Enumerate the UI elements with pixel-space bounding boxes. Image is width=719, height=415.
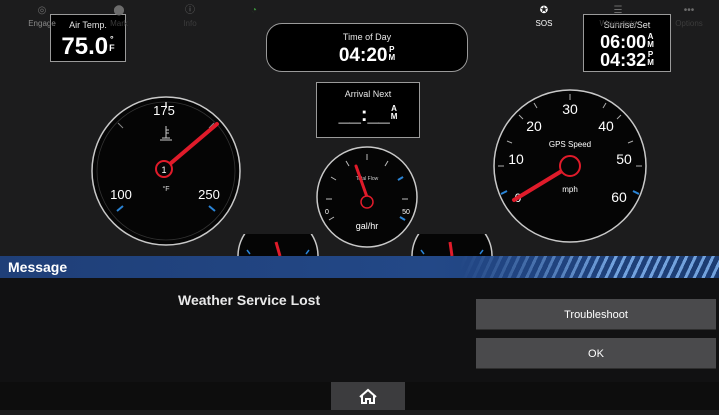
flow-unit: gal/hr xyxy=(356,221,379,231)
time-of-day-number: 04:20 xyxy=(338,45,388,66)
sunrise-number: 06:00 xyxy=(600,32,647,52)
home-button[interactable] xyxy=(331,382,405,410)
sunrise-ampm-bottom: M xyxy=(647,40,654,49)
waypoints-icon: ☰ xyxy=(613,5,623,16)
nav-sos-label: SOS xyxy=(535,19,553,28)
more-icon: ••• xyxy=(683,5,695,16)
time-of-day-display: Time of Day 04:20 P M xyxy=(266,23,468,72)
info-icon: ⓘ xyxy=(185,5,195,16)
air-temp-unit: F xyxy=(109,43,115,53)
ok-button[interactable]: OK xyxy=(476,338,716,369)
time-of-day-label: Time of Day xyxy=(342,32,392,42)
engage-icon: ◎ xyxy=(37,5,47,16)
nav-info-label: Info xyxy=(183,19,197,28)
message-title-bar: Message xyxy=(0,256,719,278)
sunset-ampm-bottom: M xyxy=(647,58,654,67)
pin-icon: ⬤ xyxy=(113,5,125,16)
nav-radar[interactable]: ◔ xyxy=(224,0,284,28)
time-ampm-bottom: M xyxy=(388,53,396,62)
speed-unit: mph xyxy=(562,185,578,194)
temp-scale-250: 250 xyxy=(198,187,220,202)
temp-scale-100: 100 xyxy=(110,187,132,202)
total-flow-gauge: Total Flow 0 50 gal/hr xyxy=(316,146,418,248)
radar-icon: ◔ xyxy=(250,5,258,16)
nav-options-label: Options xyxy=(675,19,703,28)
arrival-next-display: Arrival Next __:__ A M xyxy=(316,82,420,138)
troubleshoot-button[interactable]: Troubleshoot xyxy=(476,299,716,330)
home-icon xyxy=(359,388,377,404)
speed-scale-40: 40 xyxy=(598,118,614,134)
sunrise-value: 06:00 A M xyxy=(584,32,670,52)
lower-right-gauge xyxy=(411,234,493,256)
gps-speed-gauge: 0 10 20 30 40 50 60 GPS Speed mph xyxy=(493,89,647,243)
nav-options[interactable]: ••• Options xyxy=(659,0,719,28)
sunset-number: 04:32 xyxy=(600,50,647,70)
nav-waypoints[interactable]: ☰ Waypoints xyxy=(588,0,648,28)
sunset-value: 04:32 P M xyxy=(584,50,670,70)
message-text: Weather Service Lost xyxy=(178,292,321,308)
arrival-next-label: Arrival Next xyxy=(344,89,392,99)
speed-scale-20: 20 xyxy=(526,118,542,134)
nav-engage-label: Engage xyxy=(28,19,56,28)
speed-scale-60: 60 xyxy=(611,189,627,205)
nav-mark-label: Mark xyxy=(110,19,128,28)
nav-waypoints-label: Waypoints xyxy=(599,19,637,28)
arrival-next-number: __:__ xyxy=(338,104,390,126)
nav-engage[interactable]: ◎ Engage xyxy=(12,0,72,28)
air-temp-value: 75.0 ° F xyxy=(51,35,125,59)
lifebuoy-icon: ✪ xyxy=(539,5,549,16)
speed-scale-30: 30 xyxy=(562,101,578,117)
engine-number: 1 xyxy=(161,165,166,175)
speed-scale-10: 10 xyxy=(508,151,524,167)
nav-info[interactable]: ⓘ Info xyxy=(160,0,220,28)
lower-left-gauge xyxy=(237,234,319,256)
time-of-day-value: 04:20 P M xyxy=(267,45,467,66)
engine-temp-gauge: 175 100 250 °F 1 xyxy=(91,96,241,246)
temp-scale-175: 175 xyxy=(153,103,175,118)
nav-mark[interactable]: ⬤ Mark xyxy=(89,0,149,28)
speed-scale-50: 50 xyxy=(616,151,632,167)
title-bar-stripes xyxy=(459,256,719,278)
air-temp-number: 75.0 xyxy=(61,33,109,60)
nav-sos[interactable]: ✪ SOS xyxy=(514,0,574,28)
arrival-next-value: __:__ A M xyxy=(317,104,419,126)
arrival-ampm-bottom: M xyxy=(390,112,398,121)
speed-label: GPS Speed xyxy=(549,140,591,149)
flow-scale-min: 0 xyxy=(325,209,329,216)
flow-scale-max: 50 xyxy=(402,209,410,216)
message-title: Message xyxy=(8,259,68,275)
temp-unit: °F xyxy=(162,185,169,193)
